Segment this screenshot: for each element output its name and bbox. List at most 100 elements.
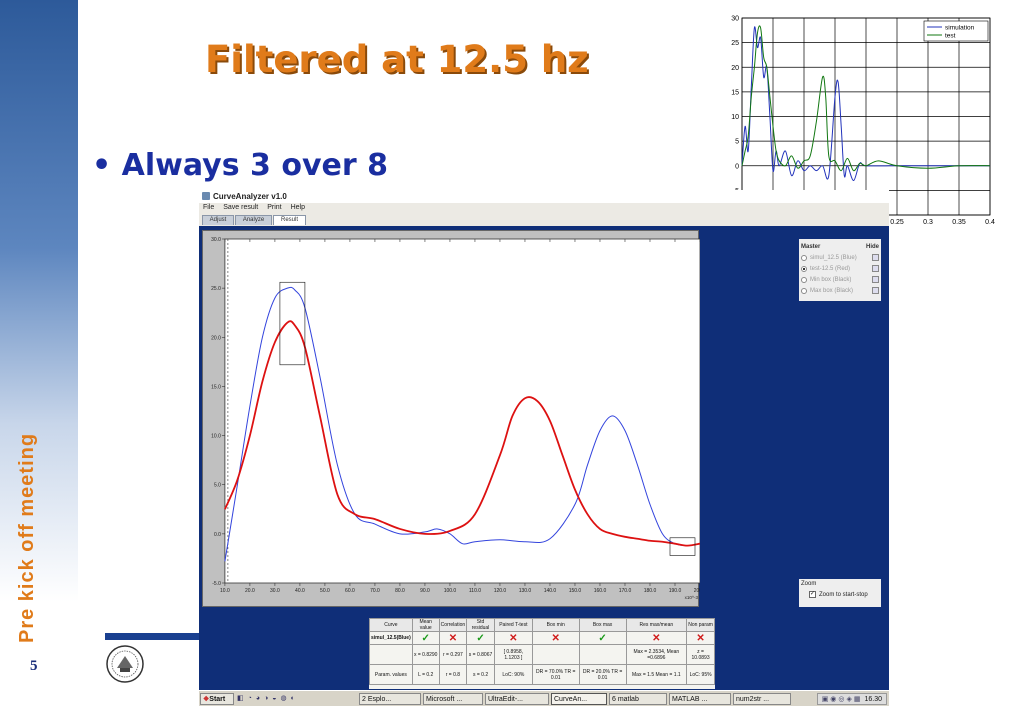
hide-checkbox-min-box[interactable] — [872, 276, 879, 283]
y-tick-label: 0.0 — [214, 532, 221, 538]
university-seal-logo — [106, 645, 144, 683]
results-header-cell: Mean value — [411, 618, 440, 632]
hide-checkbox-simul[interactable] — [872, 254, 879, 261]
divider-bar — [105, 633, 200, 640]
menu-file[interactable]: File — [203, 204, 214, 211]
menu-help[interactable]: Help — [291, 204, 305, 211]
inset-x-tick-label: 0.25 — [890, 219, 904, 226]
x-tick-label: 70.0 — [370, 588, 380, 594]
windows-taskbar: ❖Start ◧◔◕◑◒◍◐ 2 Esplo... Microsoft ... … — [199, 690, 889, 706]
x-tick-label: 170.0 — [619, 588, 632, 594]
master-option-max-box[interactable]: Max box (Black) — [801, 285, 879, 296]
start-button[interactable]: ❖Start — [200, 693, 234, 705]
presentation-slide: Pre kick off meeting 5 Filtered at 12.5 … — [0, 0, 1023, 708]
curve-analyzer-window: CurveAnalyzer v1.0 File Save result Prin… — [199, 190, 889, 690]
tab-adjust[interactable]: Adjust — [202, 215, 234, 225]
master-option-test[interactable]: test-12.5 (Red) — [801, 263, 879, 274]
x-tick-label: 40.0 — [295, 588, 305, 594]
fail-cross-icon: ✕ — [438, 631, 468, 645]
window-title-bar: CurveAnalyzer v1.0 — [199, 190, 889, 203]
master-option-simul[interactable]: simul_12.5 (Blue) — [801, 252, 879, 263]
inset-x-tick-label: 0.4 — [985, 219, 995, 226]
x-tick-label: 150.0 — [569, 588, 582, 594]
hide-header: Hide — [865, 243, 879, 250]
quick-launch-icons[interactable]: ◧◔◕◑◒◍◐ — [237, 694, 355, 704]
plot-area — [224, 238, 700, 584]
results-header-cell: Box min — [531, 618, 580, 632]
results-header-cell: Correlation — [438, 618, 468, 632]
results-curve-name: simul_12.5(Blue) — [369, 631, 413, 645]
zoom-checkbox-label: Zoom to start-stop — [819, 591, 868, 598]
y-tick-label: 5.0 — [214, 483, 221, 489]
results-value-cell: r = 0.297 — [438, 644, 468, 665]
page-number: 5 — [30, 658, 38, 674]
app-icon — [202, 192, 210, 200]
taskbar-item-active[interactable]: CurveAn... — [551, 693, 607, 705]
fail-cross-icon: ✕ — [493, 631, 533, 645]
taskbar-item[interactable]: UltraEdit-... — [485, 693, 549, 705]
bullet-point: • Always 3 over 8 — [92, 148, 388, 183]
results-value-cell: Max = 2.3534, Mean =0.6896 — [625, 644, 688, 665]
option-label: simul_12.5 (Blue) — [810, 254, 857, 261]
tray-icons[interactable]: ▣◉◎◈▦ — [822, 696, 863, 703]
results-value-cell: z = 10.0893 — [686, 644, 715, 665]
x-tick-label: 20.0 — [245, 588, 255, 594]
inset-y-tick-label: 30 — [731, 16, 739, 23]
x-tick-label: 200.0 — [694, 588, 700, 594]
y-tick-label: 30.0 — [211, 237, 221, 243]
radio-max-box[interactable] — [801, 287, 807, 294]
x-tick-label: 80.0 — [395, 588, 405, 594]
results-param-label: Param. values — [369, 664, 413, 685]
taskbar-item[interactable]: Microsoft ... — [423, 693, 483, 705]
taskbar-item[interactable]: 6 matlab — [609, 693, 667, 705]
x-tick-label: 100.0 — [444, 588, 457, 594]
x-tick-label: 130.0 — [519, 588, 532, 594]
fail-cross-icon: ✕ — [625, 631, 688, 645]
hide-checkbox-max-box[interactable] — [872, 287, 879, 294]
tab-analyze[interactable]: Analyze — [235, 215, 272, 225]
x-tick-label: 60.0 — [345, 588, 355, 594]
x-tick-label: 50.0 — [320, 588, 330, 594]
pass-check-icon: ✓ — [466, 631, 495, 645]
inset-y-tick-label: 5 — [735, 139, 739, 146]
zoom-panel: Zoom ✓ Zoom to start-stop — [799, 579, 881, 607]
menu-print[interactable]: Print — [267, 204, 281, 211]
results-header-cell: Res max/mean — [625, 618, 688, 632]
tab-result[interactable]: Result — [273, 215, 306, 225]
y-tick-label: -5.0 — [212, 581, 221, 587]
results-header-cell: Box max — [578, 618, 627, 632]
main-line-chart[interactable]: -5.0 0.0 5.0 10.0 15.0 20.0 25.0 30.0 10.0 20.0 30… — [203, 231, 700, 608]
x-tick-label: 160.0 — [594, 588, 607, 594]
fail-cross-icon: ✕ — [686, 631, 715, 645]
master-option-min-box[interactable]: Min box (Black) — [801, 274, 879, 285]
radio-min-box[interactable] — [801, 276, 807, 283]
system-tray: ▣◉◎◈▦ 16.30 — [816, 693, 887, 705]
zoom-checkbox[interactable]: ✓ — [809, 591, 816, 598]
radio-simul[interactable] — [801, 254, 807, 261]
taskbar-item[interactable]: 2 Esplo... — [359, 693, 421, 705]
menu-save-result[interactable]: Save result — [223, 204, 258, 211]
results-header-cell: Paired T-test — [493, 618, 533, 632]
master-header: Master — [801, 243, 821, 250]
hide-checkbox-test[interactable] — [872, 265, 879, 272]
results-empty-cell — [369, 644, 413, 665]
inset-y-tick-label: 10 — [731, 114, 739, 121]
results-param-cell: Max = 1.5 Mean = 1.1 — [625, 664, 688, 685]
inset-x-tick-label: 0.3 — [923, 219, 933, 226]
x-tick-label: 190.0 — [669, 588, 682, 594]
x-tick-label: 90.0 — [420, 588, 430, 594]
results-param-cell: s = 0.2 — [466, 664, 495, 685]
x-tick-label: 30.0 — [270, 588, 280, 594]
radio-test[interactable] — [801, 265, 807, 272]
tab-bar: Adjust Analyze Result — [199, 214, 889, 226]
option-label: Max box (Black) — [810, 287, 854, 294]
slide-title: Filtered at 12.5 hz — [205, 38, 589, 81]
taskbar-item[interactable]: num2str ... — [733, 693, 791, 705]
x-tick-label: 140.0 — [544, 588, 557, 594]
option-label: Min box (Black) — [810, 276, 852, 283]
results-param-cell: r = 0.8 — [438, 664, 468, 685]
inset-x-tick-label: 0.35 — [952, 219, 966, 226]
taskbar-item[interactable]: MATLAB ... — [669, 693, 731, 705]
results-value-cell — [578, 644, 627, 665]
y-tick-label: 10.0 — [211, 434, 221, 440]
